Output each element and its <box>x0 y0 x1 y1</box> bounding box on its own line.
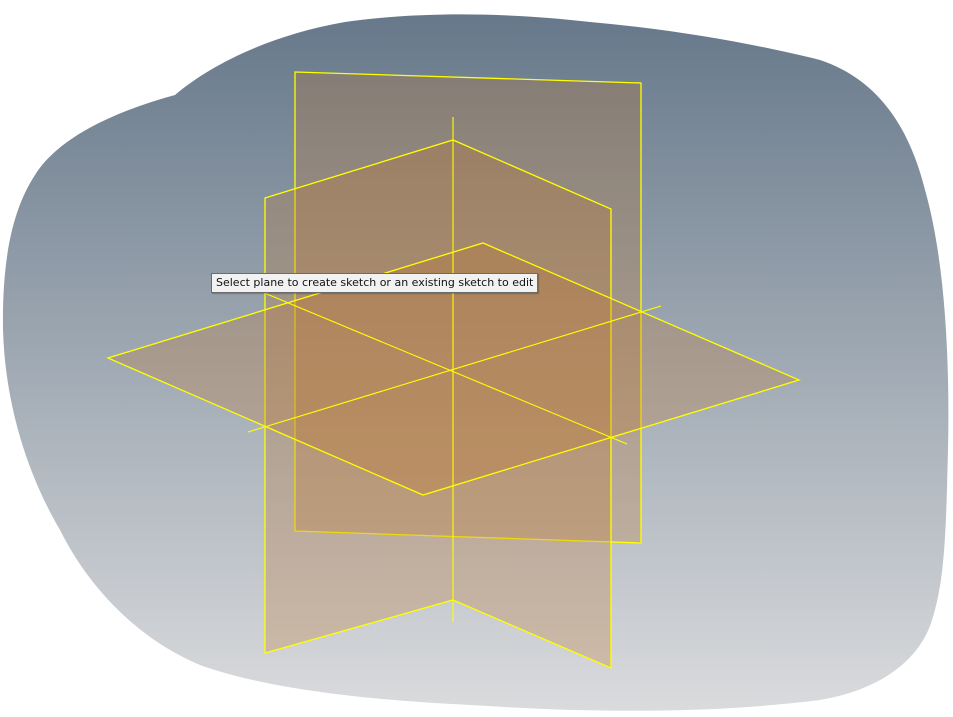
tooltip: Select plane to create sketch or an exis… <box>211 273 539 293</box>
3d-viewport[interactable] <box>0 0 953 717</box>
